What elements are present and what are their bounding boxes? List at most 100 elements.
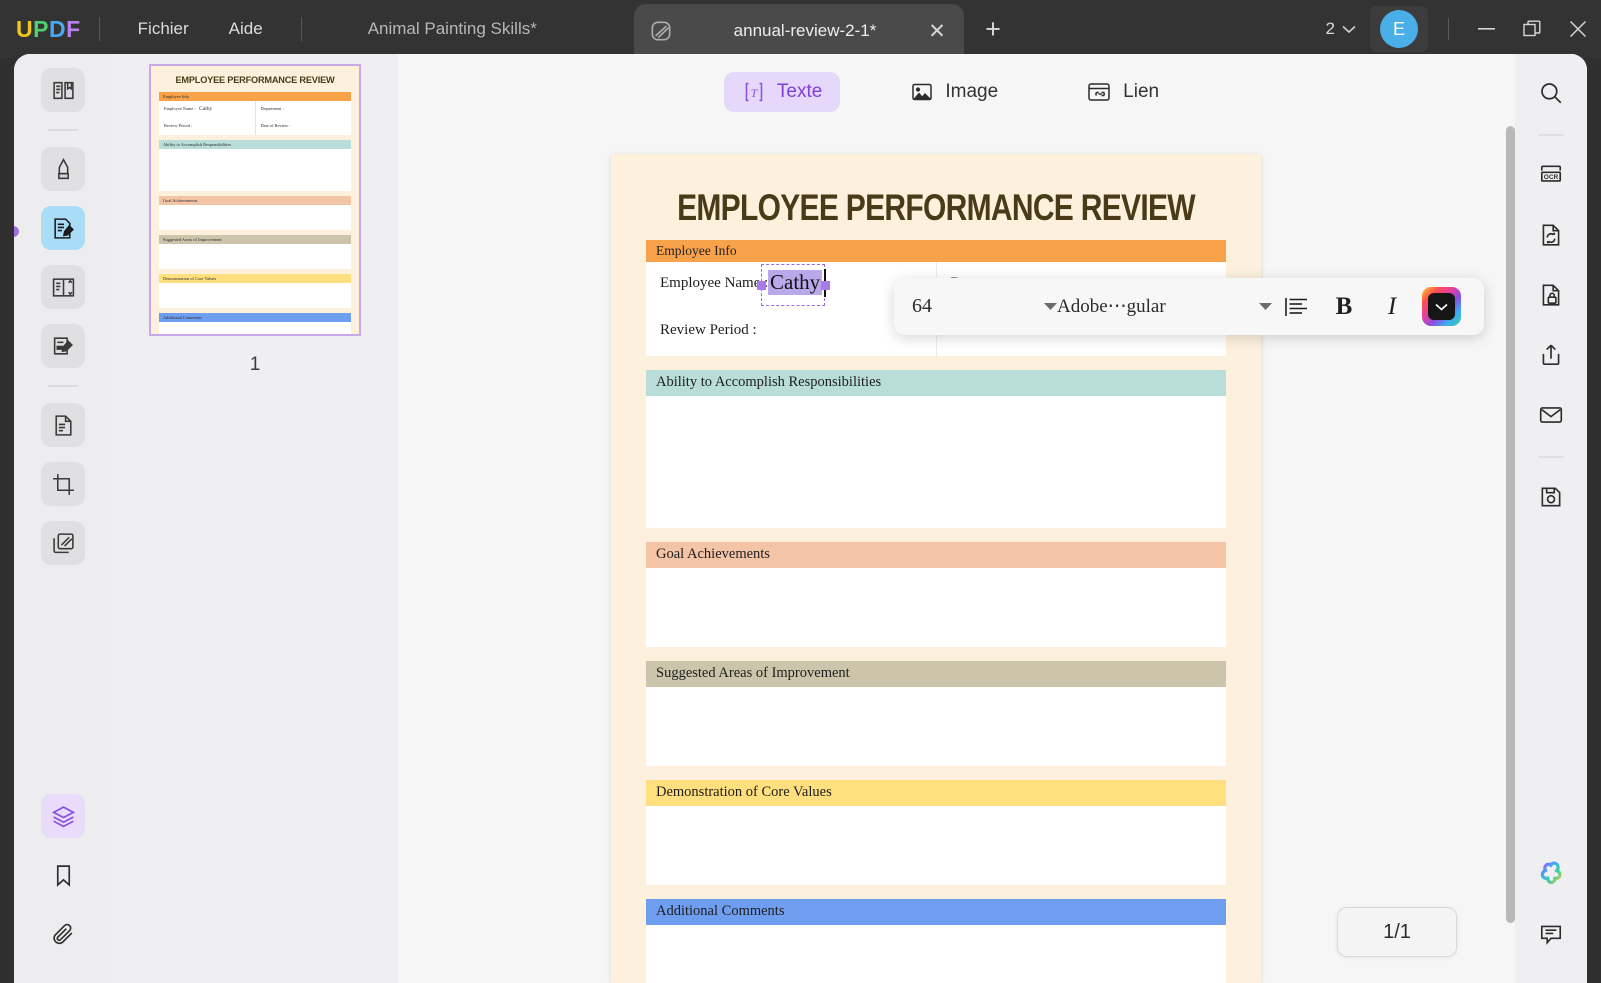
tab-title: annual-review-2-1* (733, 21, 877, 40)
convert-document-icon[interactable] (1528, 212, 1574, 258)
right-rail-separator-2 (1538, 456, 1564, 458)
selection-handle-right[interactable] (821, 281, 830, 290)
color-swatch (1428, 293, 1455, 320)
text-format-toolbar: 64 Adobe⋯gular B I (894, 278, 1484, 335)
tab-animal-painting-skills[interactable]: Animal Painting Skills* (368, 19, 537, 39)
share-upload-icon[interactable] (1528, 332, 1574, 378)
window-controls-group: 2 E (1318, 0, 1601, 58)
font-size-value: 64 (912, 295, 932, 317)
updf-logo: U P D F (16, 16, 81, 43)
thumb-info-band: Employee Info (159, 92, 351, 101)
search-icon[interactable] (1528, 70, 1574, 116)
rail-separator-2 (48, 385, 78, 387)
sidebar-crop[interactable] (41, 462, 85, 506)
info-band: Employee Info (646, 240, 1226, 262)
section-body-3[interactable] (646, 687, 1226, 766)
close-icon[interactable]: ✕ (924, 18, 950, 44)
edit-mode-tabs: T Texte Image Lien (398, 72, 1503, 112)
thumb-section-4: Demonstration of Core Values (159, 274, 351, 283)
minimize-button[interactable] (1463, 0, 1509, 58)
lock-document-icon[interactable] (1528, 272, 1574, 318)
tab-count-dropdown[interactable]: 2 (1318, 19, 1364, 39)
divider-3 (1448, 18, 1449, 40)
avatar: E (1380, 10, 1418, 48)
section-header-4: Demonstration of Core Values (646, 780, 1226, 806)
thumb-section-2: Goal Achievements (159, 196, 351, 205)
menu-fichier[interactable]: Fichier (118, 19, 209, 39)
font-family-value: Adobe⋯gular (1057, 296, 1166, 317)
sidebar-reader[interactable] (41, 68, 85, 112)
tab-count-value: 2 (1325, 19, 1335, 38)
thumb-cell-employee-name: Employee Name : Cathy (159, 101, 256, 118)
chevron-down-icon-size (1044, 302, 1057, 311)
left-tool-rail (14, 54, 112, 983)
flower-ai-icon[interactable] (1528, 851, 1574, 897)
close-window-button[interactable] (1555, 0, 1601, 58)
right-rail-separator (1538, 134, 1564, 136)
field-employee-name[interactable]: Employee Name : Cathy (646, 262, 937, 309)
tab-texte[interactable]: T Texte (723, 72, 841, 112)
rail-separator (48, 129, 78, 131)
bold-button[interactable]: B (1320, 287, 1368, 327)
account-button[interactable]: E (1370, 6, 1428, 52)
menu-aide[interactable]: Aide (209, 19, 283, 39)
font-family-dropdown[interactable]: Adobe⋯gular (1057, 295, 1272, 318)
chevron-down-icon-font (1259, 302, 1272, 311)
tab-texte-label: Texte (776, 81, 823, 102)
selection-handle-left[interactable] (757, 281, 766, 290)
field-review-period[interactable]: Review Period : (646, 309, 937, 356)
vertical-scrollbar[interactable] (1506, 126, 1515, 923)
thumb-body-3 (159, 244, 351, 269)
tab-image[interactable]: Image (892, 72, 1016, 112)
sidebar-attachments[interactable] (41, 912, 85, 956)
sidebar-bookmarks[interactable] (41, 853, 85, 897)
font-size-dropdown[interactable]: 64 (912, 295, 1057, 318)
tab-image-label: Image (945, 81, 999, 102)
sidebar-fill-sign[interactable] (41, 324, 85, 368)
comment-bubble-icon[interactable] (1528, 911, 1574, 957)
sidebar-page-edit[interactable] (41, 403, 85, 447)
thumb-body-5 (159, 322, 351, 334)
logo-letter-f: F (66, 15, 81, 42)
thumb-section-5: Additional Comments (159, 313, 351, 322)
tab-annual-review-active[interactable]: annual-review-2-1* ✕ (634, 4, 964, 58)
page-thumbnail-1[interactable]: EMPLOYEE PERFORMANCE REVIEW Employee Inf… (149, 64, 361, 336)
sidebar-form[interactable] (41, 265, 85, 309)
logo-letter-u: U (16, 15, 34, 42)
thumb-body-4 (159, 283, 351, 308)
thumb-section-3: Suggested Areas of Improvement (159, 235, 351, 244)
thumb-body-2 (159, 205, 351, 230)
right-rail-bottom-group (1515, 851, 1587, 971)
thumbnail-page-number: 1 (249, 354, 261, 375)
section-body-5[interactable] (646, 925, 1226, 983)
sidebar-layers[interactable] (41, 794, 85, 838)
section-body-1[interactable] (646, 396, 1226, 528)
main-shell: EMPLOYEE PERFORMANCE REVIEW Employee Inf… (14, 54, 1587, 983)
tab-lien[interactable]: Lien (1068, 72, 1177, 112)
ocr-icon[interactable]: OCR (1528, 152, 1574, 198)
updf-application-window: U P D F Fichier Aide Animal Painting Ski… (0, 0, 1601, 983)
text-color-picker[interactable] (1422, 287, 1461, 326)
section-header-1: Ability to Accomplish Responsibilities (646, 370, 1226, 396)
floppy-save-icon[interactable] (1528, 474, 1574, 520)
document-title: EMPLOYEE PERFORMANCE REVIEW (677, 188, 1196, 229)
thumb-cell-review-period: Review Period : (159, 118, 256, 135)
thumb-title: EMPLOYEE PERFORMANCE REVIEW (175, 75, 335, 85)
maximize-button[interactable] (1509, 0, 1555, 58)
new-tab-button[interactable]: + (978, 14, 1008, 44)
left-rail-bottom-group (14, 794, 112, 971)
section-header-5: Additional Comments (646, 899, 1226, 925)
section-body-2[interactable] (646, 568, 1226, 647)
italic-button[interactable]: I (1368, 287, 1416, 327)
sidebar-edit-pdf[interactable] (41, 206, 85, 250)
thumb-body-1 (159, 149, 351, 191)
chevron-down-icon (1342, 25, 1356, 34)
section-body-4[interactable] (646, 806, 1226, 885)
sidebar-annotate-highlighter[interactable] (41, 147, 85, 191)
divider-2 (300, 17, 302, 41)
section-header-2: Goal Achievements (646, 542, 1226, 568)
align-left-icon[interactable] (1272, 287, 1320, 327)
sidebar-organize-pages[interactable] (41, 521, 85, 565)
envelope-icon[interactable] (1528, 392, 1574, 438)
document-viewer: T Texte Image Lien EMPLOYEE PERFORMANCE … (398, 54, 1587, 983)
